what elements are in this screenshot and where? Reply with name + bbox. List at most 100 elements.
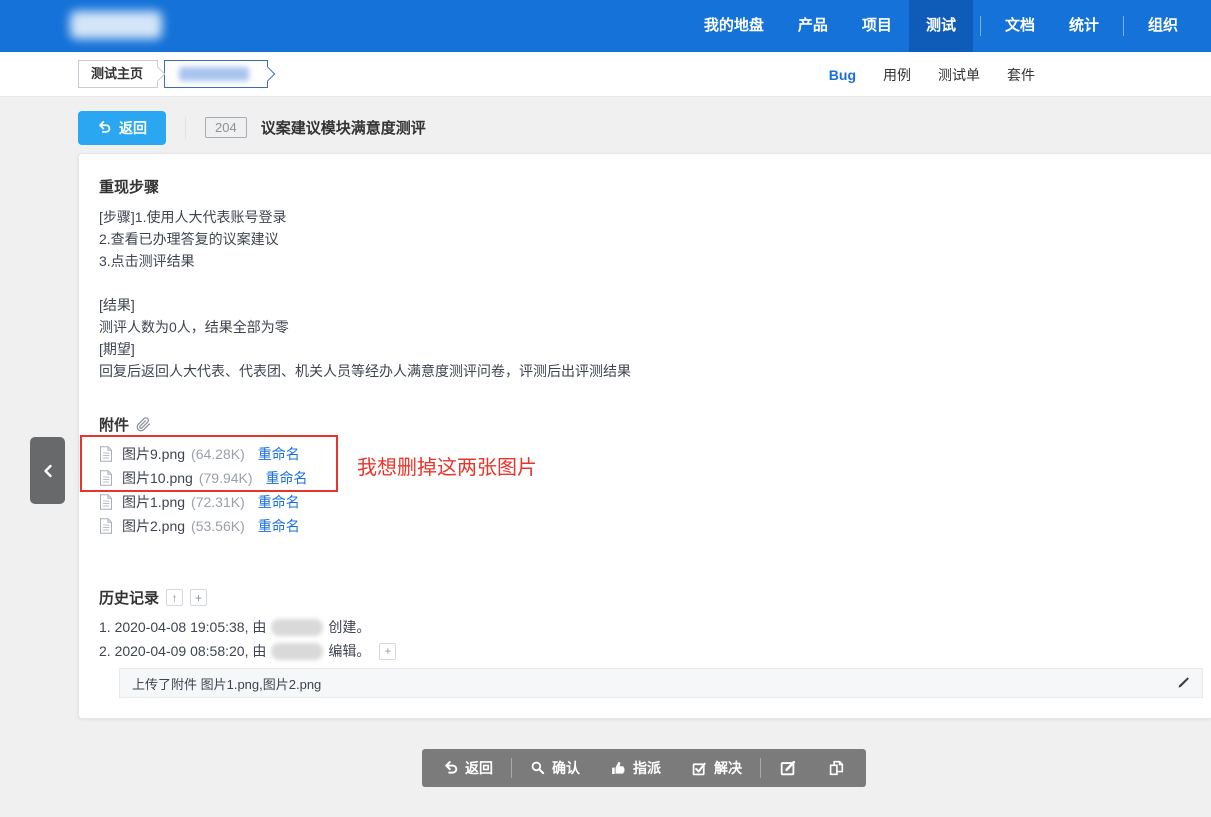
toolbar-separator [760,758,761,778]
nav-item-product[interactable]: 产品 [781,0,845,52]
attachments-heading-label: 附件 [99,414,129,435]
tab-bug[interactable]: Bug [829,67,856,83]
attachment-size: (53.56K) [191,518,245,534]
attachment-row: 图片9.png (64.28K) 重命名 [99,442,308,466]
history-entry: 1. 2020-04-08 19:05:38, 由 创建。 [99,615,396,639]
sub-header: 测试主页 Bug 用例 测试单 套件 [0,52,1211,97]
history-entry: 2. 2020-04-09 08:58:20, 由 编辑。 + [99,639,396,663]
attachments-heading: 附件 [99,414,151,435]
history-entry-expand-icon[interactable]: + [379,643,396,660]
rename-link[interactable]: 重命名 [258,516,300,536]
magnifier-icon [530,760,546,776]
blurred-user-name [271,619,323,636]
step-line: [步骤]1.使用人大代表账号登录 [99,206,631,228]
rename-link[interactable]: 重命名 [258,444,300,464]
tab-testtask[interactable]: 测试单 [938,65,980,85]
checkbox-check-icon [691,760,708,777]
file-icon [99,470,113,486]
attachment-name-link[interactable]: 图片2.png [122,516,185,536]
history-heading: 历史记录 ↑ + [99,587,207,608]
toolbar-resolve-button[interactable]: 解决 [676,749,757,787]
attachment-size: (79.94K) [199,470,253,486]
nav-separator [1123,16,1124,36]
history-entry-suffix: 创建。 [328,615,370,639]
app-logo[interactable] [70,11,162,39]
paperclip-icon [136,417,151,432]
step-line [99,272,631,294]
title-divider [185,117,186,139]
nav-separator [980,16,981,36]
attachment-row: 图片10.png (79.94K) 重命名 [99,466,308,490]
test-tabs: Bug 用例 测试单 套件 [829,52,1035,97]
bottom-action-toolbar: 返回 确认 指派 解决 [422,749,866,787]
history-reverse-icon[interactable]: ↑ [166,589,183,606]
toolbar-resolve-label: 解决 [714,758,742,778]
nav-item-project[interactable]: 项目 [845,0,909,52]
toolbar-back-button[interactable]: 返回 [428,749,508,787]
blurred-product-name [179,67,249,81]
history-change-detail: 上传了附件 图片1.png,图片2.png [119,668,1203,698]
toolbar-assign-button[interactable]: 指派 [595,749,676,787]
edit-comment-icon[interactable] [1176,676,1190,690]
blurred-user-name [271,643,323,660]
bug-id-badge: 204 [205,117,247,138]
step-line: 2.查看已办理答复的议案建议 [99,228,631,250]
attachment-row: 图片2.png (53.56K) 重命名 [99,514,308,538]
step-line: 3.点击测评结果 [99,250,631,272]
step-line: [期望] [99,338,631,360]
steps-heading: 重现步骤 [99,176,159,197]
toolbar-edit-button[interactable] [764,749,812,787]
undo-arrow-icon [97,120,112,135]
attachment-name-link[interactable]: 图片9.png [122,444,185,464]
file-icon [99,446,113,462]
attachment-row: 图片1.png (72.31K) 重命名 [99,490,308,514]
history-heading-label: 历史记录 [99,587,159,608]
history-entry-suffix: 编辑。 [328,639,370,663]
attachment-name-link[interactable]: 图片1.png [122,492,185,512]
pointing-hand-icon [610,760,627,777]
toolbar-assign-label: 指派 [633,758,661,778]
square-pencil-icon [779,759,797,777]
top-navbar: 我的地盘 产品 项目 测试 文档 统计 组织 [0,0,1211,52]
attachment-list: 图片9.png (64.28K) 重命名 图片10.png (79.94K) 重… [99,442,308,538]
history-entry-prefix: 1. 2020-04-08 19:05:38, 由 [99,615,266,639]
toolbar-back-label: 返回 [465,758,493,778]
history-entry-prefix: 2. 2020-04-09 08:58:20, 由 [99,639,266,663]
history-change-text: 上传了附件 图片1.png,图片2.png [132,674,321,693]
breadcrumb-current-product[interactable] [164,60,268,88]
nav-item-my-space[interactable]: 我的地盘 [687,0,781,52]
bug-title-row: 返回 204 议案建议模块满意度测评 [78,110,426,145]
history-list: 1. 2020-04-08 19:05:38, 由 创建。 2. 2020-04… [99,615,396,663]
attachment-name-link[interactable]: 图片10.png [122,468,193,488]
back-button-label: 返回 [119,118,147,138]
back-button[interactable]: 返回 [78,111,166,145]
main-nav: 我的地盘 产品 项目 测试 文档 统计 组织 [687,0,1195,52]
chevron-left-icon [42,464,54,478]
nav-item-stats[interactable]: 统计 [1052,0,1116,52]
toolbar-confirm-label: 确认 [552,758,580,778]
step-line: 回复后返回人大代表、代表团、机关人员等经办人满意度测评问卷，评测后出评测结果 [99,360,631,382]
nav-item-org[interactable]: 组织 [1131,0,1195,52]
history-expand-all-icon[interactable]: + [190,589,207,606]
toolbar-confirm-button[interactable]: 确认 [515,749,595,787]
attachment-size: (64.28K) [191,446,245,462]
tab-suite[interactable]: 套件 [1007,65,1035,85]
steps-heading-label: 重现步骤 [99,176,159,197]
sidebar-collapse-button[interactable] [30,437,65,504]
file-icon [99,494,113,510]
step-line: 测评人数为0人，结果全部为零 [99,316,631,338]
undo-arrow-icon [443,760,459,776]
breadcrumb: 测试主页 [78,60,268,88]
toolbar-separator [511,758,512,778]
rename-link[interactable]: 重命名 [266,468,308,488]
attachment-size: (72.31K) [191,494,245,510]
bug-title: 议案建议模块满意度测评 [261,117,426,138]
breadcrumb-test-home[interactable]: 测试主页 [78,60,158,88]
overlapping-pages-icon [827,759,845,777]
tab-case[interactable]: 用例 [883,65,911,85]
toolbar-copy-button[interactable] [812,749,860,787]
bug-detail-panel: 重现步骤 [步骤]1.使用人大代表账号登录 2.查看已办理答复的议案建议 3.点… [78,153,1211,719]
nav-item-doc[interactable]: 文档 [988,0,1052,52]
rename-link[interactable]: 重命名 [258,492,300,512]
nav-item-test[interactable]: 测试 [909,0,973,52]
